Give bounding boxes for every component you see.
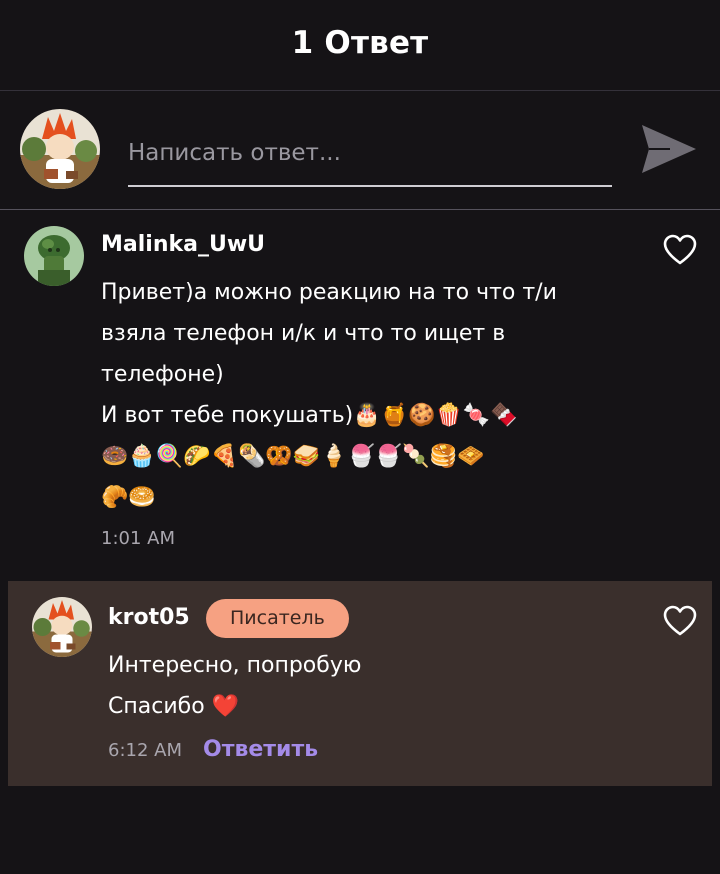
reply-text: Интересно, попробую Спасибо ❤️ [108,653,362,719]
reply-timestamp: 6:12 AM [108,740,182,761]
current-user-avatar[interactable] [20,109,100,189]
reply-author-name[interactable]: krot05 [108,605,190,630]
reply-input[interactable] [128,129,612,187]
header-bar: 1 Ответ [0,0,720,91]
comment-text: Привет)а можно реакцию на то что т/и взя… [101,280,557,510]
page-title: 1 Ответ [291,25,429,61]
comment-author-name[interactable]: Malinka_UwU [101,232,265,257]
comment-timestamp: 1:01 AM [101,528,175,549]
like-button[interactable] [663,234,697,266]
author-role-badge: Писатель [206,599,349,638]
reply-composer [0,91,720,210]
replies-screen: 1 Ответ Написать ответ... Malinka_UwU Пр… [0,0,720,874]
reply-comment: krot05 Писатель Интересно, попробую Спас… [8,581,712,786]
avatar-image [24,226,84,286]
heart-outline-icon [663,234,697,265]
like-button[interactable] [663,605,697,637]
comment-author-avatar[interactable] [24,226,84,286]
send-button[interactable] [640,123,698,175]
avatar-image [32,597,92,657]
avatar-image [20,109,100,189]
reply-author-avatar[interactable] [32,597,92,657]
heart-outline-icon [663,605,697,636]
reply-button[interactable]: Ответить [203,737,318,762]
comment: Malinka_UwU Привет)а можно реакцию на то… [0,210,720,580]
send-icon [642,125,696,173]
